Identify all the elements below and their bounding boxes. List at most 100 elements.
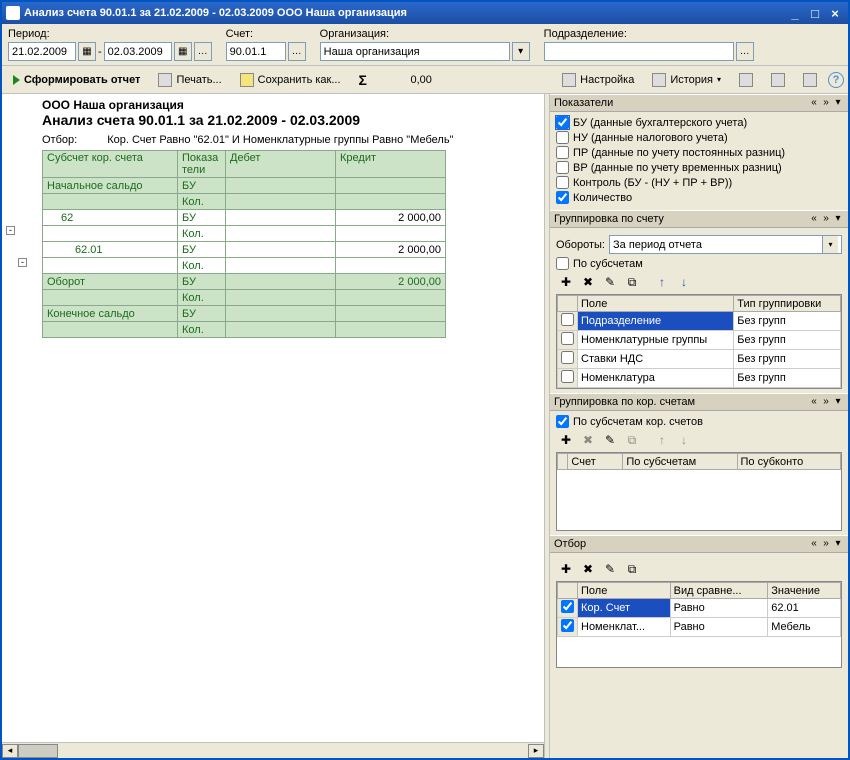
dept-label: Подразделение: bbox=[544, 28, 754, 40]
chk-control[interactable] bbox=[556, 176, 569, 189]
dept-picker-button[interactable]: … bbox=[736, 42, 754, 61]
calendar-from-icon[interactable]: ▦ bbox=[78, 42, 96, 61]
edit-row-icon[interactable]: ✎ bbox=[600, 431, 620, 449]
minimize-button[interactable]: _ bbox=[786, 5, 804, 21]
chevron-right-icon[interactable]: » bbox=[820, 538, 832, 550]
scroll-right-icon[interactable]: ▸ bbox=[528, 744, 544, 758]
chevron-left-icon[interactable]: « bbox=[808, 538, 820, 550]
filter-table[interactable]: ПолеВид сравне...Значение Кор. СчетРавно… bbox=[557, 582, 841, 637]
title-bar: Анализ счета 90.01.1 за 21.02.2009 - 02.… bbox=[2, 2, 848, 24]
calendar-to-icon[interactable]: ▦ bbox=[174, 42, 192, 61]
settings-icon bbox=[562, 73, 576, 87]
move-down-icon[interactable]: ↓ bbox=[674, 431, 694, 449]
chevron-left-icon[interactable]: « bbox=[808, 396, 820, 408]
chevron-right-icon[interactable]: » bbox=[820, 97, 832, 109]
org-dropdown-button[interactable]: ▾ bbox=[512, 42, 530, 61]
chk-qty[interactable] bbox=[556, 191, 569, 204]
settings-pane: Показатели « » ▾ БУ (данные бухгалтерско… bbox=[550, 94, 848, 758]
col-indicators: Показа тели bbox=[178, 151, 226, 178]
dept-input[interactable] bbox=[544, 42, 734, 61]
credit-value: 2 000,00 bbox=[336, 210, 446, 226]
report-pane: - - ООО Наша организация Анализ счета 90… bbox=[2, 94, 544, 758]
move-down-icon[interactable]: ↓ bbox=[674, 273, 694, 291]
row-label: Конечное сальдо bbox=[43, 306, 178, 322]
tool-button-2[interactable] bbox=[764, 69, 792, 91]
close-button[interactable]: × bbox=[826, 5, 844, 21]
delete-row-icon[interactable]: ✖ bbox=[578, 273, 598, 291]
chk-nu[interactable] bbox=[556, 131, 569, 144]
panel-header-group-corr[interactable]: Группировка по кор. счетам « » ▾ bbox=[550, 393, 848, 411]
tree-toggle[interactable]: - bbox=[18, 258, 27, 267]
delete-row-icon[interactable]: ✖ bbox=[578, 560, 598, 578]
date-from-input[interactable] bbox=[8, 42, 76, 61]
printer-icon bbox=[158, 73, 172, 87]
row-label: 62 bbox=[43, 210, 178, 226]
help-button[interactable]: ? bbox=[828, 72, 844, 88]
filter-bar: Период: ▦ - ▦ … Счет: … Организация: ▾ П… bbox=[2, 24, 848, 66]
col-credit: Кредит bbox=[336, 151, 446, 178]
tool-icon bbox=[739, 73, 753, 87]
chevron-down-icon[interactable]: ▾ bbox=[832, 396, 844, 408]
tool-button-1[interactable] bbox=[732, 69, 760, 91]
settings-button[interactable]: Настройка bbox=[555, 69, 641, 91]
copy-row-icon[interactable]: ⧉ bbox=[622, 431, 642, 449]
dropdown-icon[interactable]: ▾ bbox=[822, 236, 838, 253]
move-up-icon[interactable]: ↑ bbox=[652, 431, 672, 449]
add-row-icon[interactable]: ✚ bbox=[556, 560, 576, 578]
chk-by-corr-sub[interactable] bbox=[556, 415, 569, 428]
sum-button[interactable]: Σ bbox=[352, 69, 374, 91]
chevron-left-icon[interactable]: « bbox=[808, 97, 820, 109]
scroll-left-icon[interactable]: ◂ bbox=[2, 744, 18, 758]
date-to-input[interactable] bbox=[104, 42, 172, 61]
delete-row-icon[interactable]: ✖ bbox=[578, 431, 598, 449]
chk-by-subaccounts[interactable] bbox=[556, 257, 569, 270]
panel-header-filter[interactable]: Отбор « » ▾ bbox=[550, 535, 848, 553]
credit-value: 2 000,00 bbox=[336, 242, 446, 258]
tool-button-3[interactable] bbox=[796, 69, 824, 91]
history-button[interactable]: История▾ bbox=[645, 69, 728, 91]
org-input[interactable] bbox=[320, 42, 510, 61]
chevron-left-icon[interactable]: « bbox=[808, 213, 820, 225]
tree-toggle[interactable]: - bbox=[6, 226, 15, 235]
account-label: Счет: bbox=[226, 28, 306, 40]
grouping-table[interactable]: ПолеТип группировки ПодразделениеБез гру… bbox=[557, 295, 841, 388]
add-row-icon[interactable]: ✚ bbox=[556, 273, 576, 291]
scroll-thumb[interactable] bbox=[18, 744, 58, 758]
row-label: Оборот bbox=[43, 274, 178, 290]
panel-header-indicators[interactable]: Показатели « » ▾ bbox=[550, 94, 848, 112]
chevron-right-icon[interactable]: » bbox=[820, 213, 832, 225]
move-up-icon[interactable]: ↑ bbox=[652, 273, 672, 291]
print-button[interactable]: Печать... bbox=[151, 69, 228, 91]
account-input[interactable] bbox=[226, 42, 286, 61]
col-subaccount: Субсчет кор. счета bbox=[43, 151, 178, 178]
period-picker-button[interactable]: … bbox=[194, 42, 212, 61]
chk-vr[interactable] bbox=[556, 161, 569, 174]
chk-bu[interactable] bbox=[556, 116, 569, 129]
chk-pr[interactable] bbox=[556, 146, 569, 159]
report-table: Субсчет кор. счета Показа тели Дебет Кре… bbox=[42, 150, 446, 338]
chevron-down-icon[interactable]: ▾ bbox=[832, 97, 844, 109]
copy-row-icon[interactable]: ⧉ bbox=[622, 273, 642, 291]
maximize-button[interactable]: □ bbox=[806, 5, 824, 21]
report-filter-text: Кор. Счет Равно "62.01" И Номенклатурные… bbox=[107, 134, 453, 146]
edit-row-icon[interactable]: ✎ bbox=[600, 273, 620, 291]
chevron-right-icon[interactable]: » bbox=[820, 396, 832, 408]
account-picker-button[interactable]: … bbox=[288, 42, 306, 61]
window-title: Анализ счета 90.01.1 за 21.02.2009 - 02.… bbox=[24, 7, 407, 19]
row-label: 62.01 bbox=[43, 242, 178, 258]
date-dash: - bbox=[98, 46, 102, 58]
add-row-icon[interactable]: ✚ bbox=[556, 431, 576, 449]
panel-header-group-account[interactable]: Группировка по счету « » ▾ bbox=[550, 210, 848, 228]
copy-row-icon[interactable]: ⧉ bbox=[622, 560, 642, 578]
edit-row-icon[interactable]: ✎ bbox=[600, 560, 620, 578]
turnover-select[interactable]: За период отчета▾ bbox=[609, 235, 842, 254]
form-report-button[interactable]: Сформировать отчет bbox=[6, 69, 147, 91]
sum-value: 0,00 bbox=[378, 74, 438, 86]
chevron-down-icon[interactable]: ▾ bbox=[832, 213, 844, 225]
chevron-down-icon[interactable]: ▾ bbox=[832, 538, 844, 550]
corr-grouping-table[interactable]: СчетПо субсчетамПо субконто bbox=[557, 453, 841, 470]
horizontal-scrollbar[interactable]: ◂ ▸ bbox=[2, 742, 544, 758]
report-filter-label: Отбор: bbox=[42, 134, 77, 146]
save-button[interactable]: Сохранить как... bbox=[233, 69, 348, 91]
tool-icon bbox=[771, 73, 785, 87]
